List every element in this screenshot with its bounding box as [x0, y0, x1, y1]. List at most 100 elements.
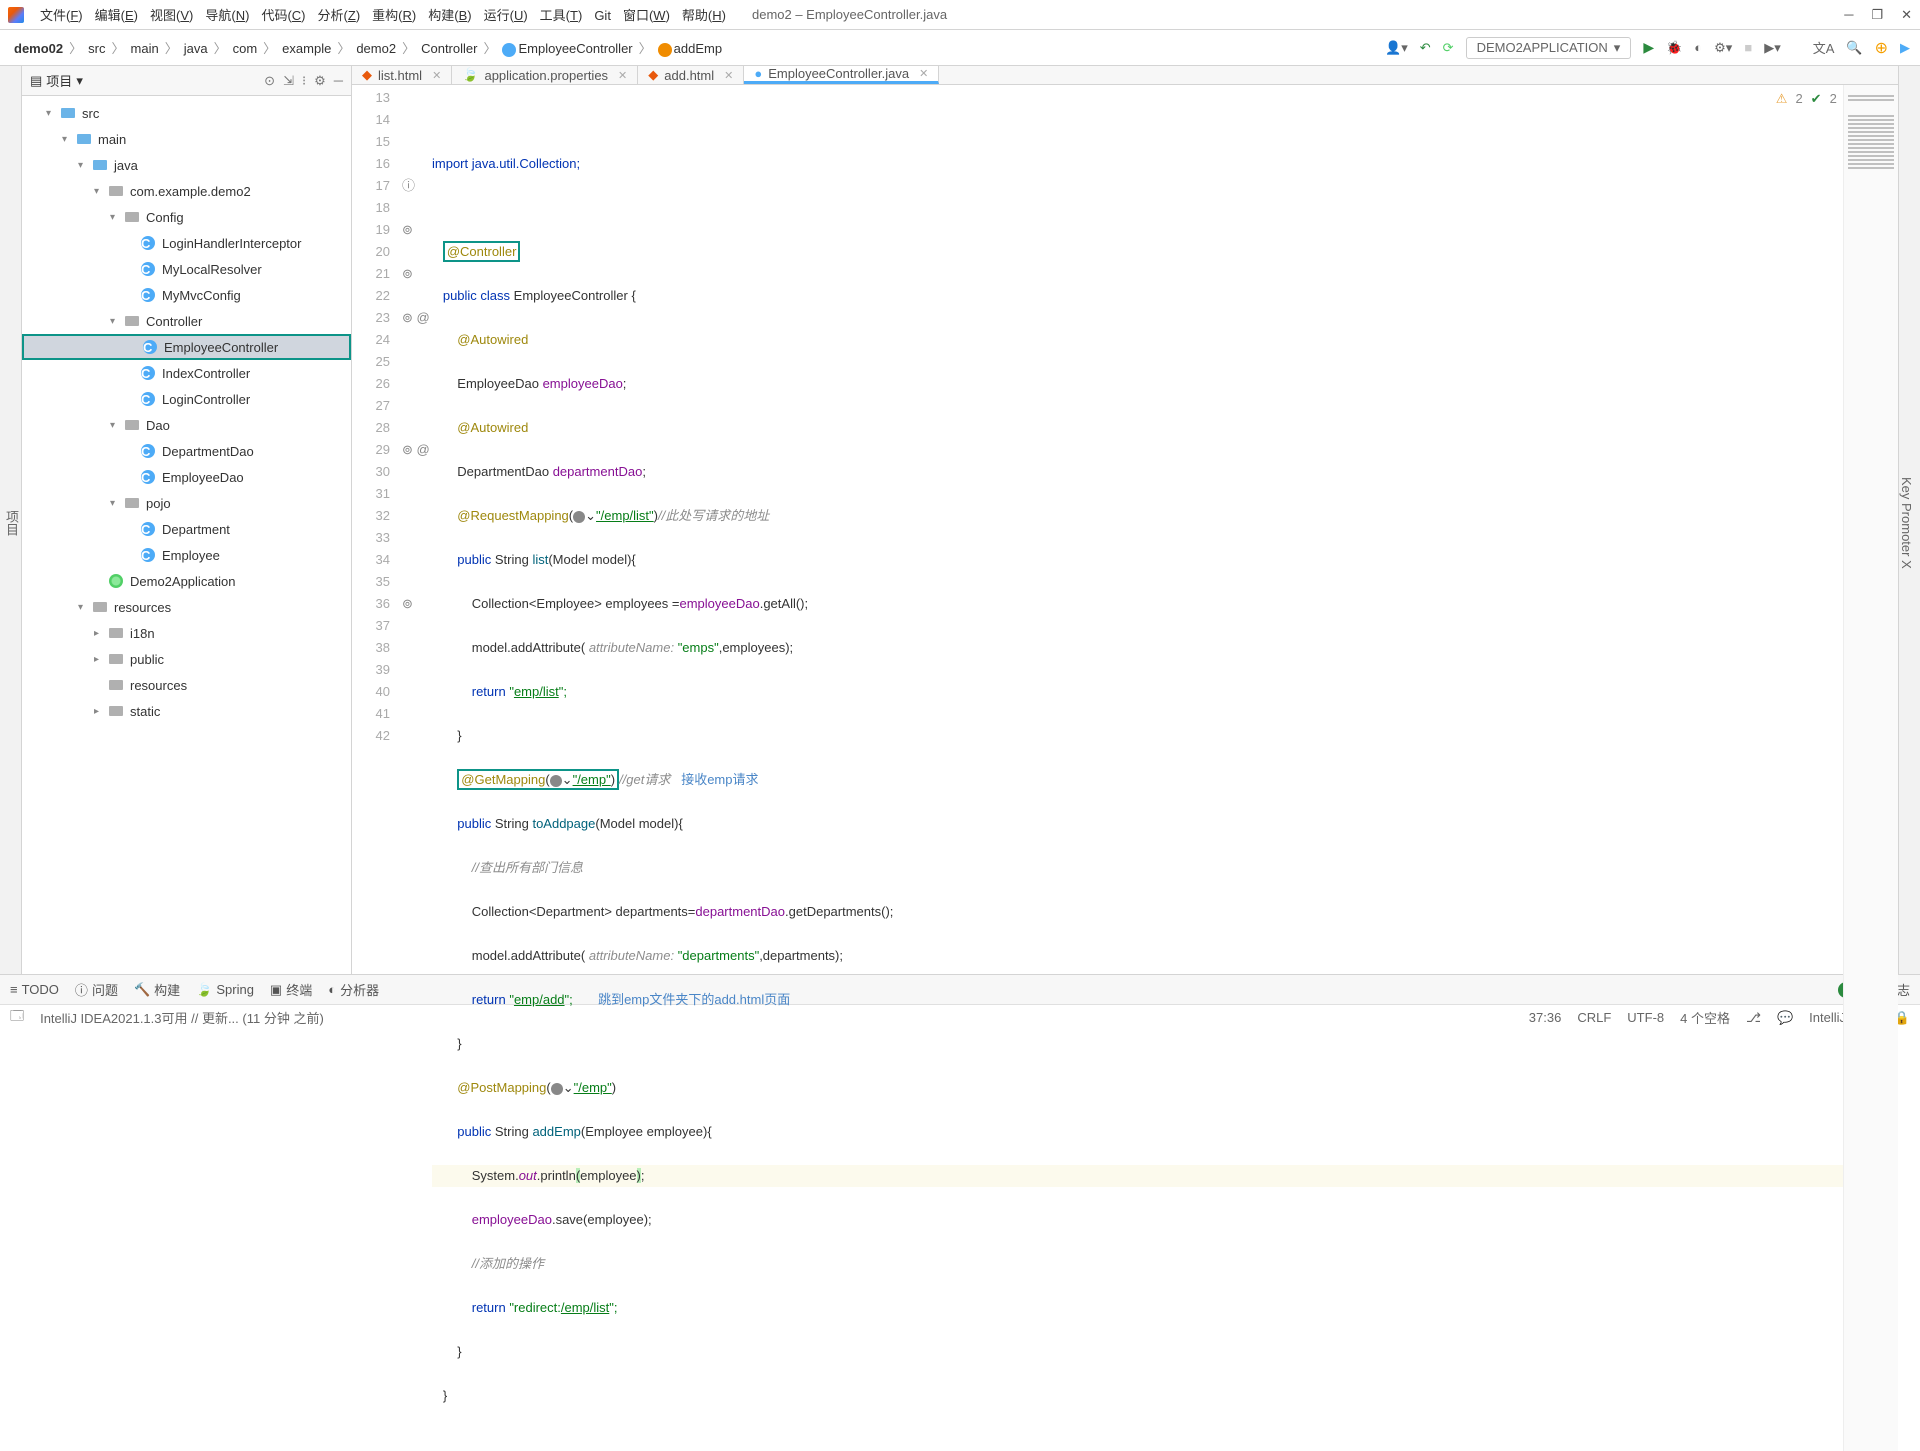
gutter-icon[interactable]	[402, 703, 432, 725]
gutter-icon[interactable]	[402, 285, 432, 307]
coverage-icon[interactable]: ◐	[1694, 40, 1702, 55]
menu-item[interactable]: 重构(R)	[366, 8, 422, 23]
breadcrumb-item[interactable]: main	[127, 41, 163, 56]
tree-node[interactable]: ▸public	[22, 646, 351, 672]
gutter-icon[interactable]	[402, 615, 432, 637]
hide-panel-icon[interactable]: ─	[334, 73, 343, 89]
close-icon[interactable]: ✕	[1901, 7, 1912, 23]
gutter-icon[interactable]	[402, 373, 432, 395]
tree-node[interactable]: CDepartment	[22, 516, 351, 542]
tree-node[interactable]: ▸static	[22, 698, 351, 724]
play-media-icon[interactable]: ▶	[1900, 40, 1910, 56]
editor-tab[interactable]: 🍃application.properties✕	[452, 66, 638, 84]
gutter-icon[interactable]: ⊚	[402, 593, 432, 615]
tree-node[interactable]: Demo2Application	[22, 568, 351, 594]
tree-node[interactable]: ▸i18n	[22, 620, 351, 646]
tree-node[interactable]: ▾java	[22, 152, 351, 178]
tree-arrow-icon[interactable]: ▾	[110, 498, 124, 509]
status-message[interactable]: IntelliJ IDEA2021.1.3可用 // 更新... (11 分钟 …	[40, 1008, 324, 1027]
editor-tab[interactable]: ●EmployeeController.java✕	[744, 66, 939, 84]
translate-icon[interactable]: 文A	[1813, 38, 1835, 57]
left-tool-strip[interactable]: 项目	[0, 66, 22, 974]
run-icon[interactable]: ▶	[1643, 39, 1654, 56]
tree-arrow-icon[interactable]: ▾	[110, 316, 124, 327]
run-configuration[interactable]: DEMO2APPLICATION ▾	[1466, 37, 1632, 59]
code-content[interactable]: import java.util.Collection; @Controller…	[432, 85, 1898, 1451]
menu-item[interactable]: Git	[588, 8, 617, 23]
tree-node[interactable]: CLoginHandlerInterceptor	[22, 230, 351, 256]
gutter-icon[interactable]	[402, 131, 432, 153]
breadcrumb-item[interactable]: EmployeeController	[498, 41, 636, 56]
undo-icon[interactable]: ↶	[1420, 40, 1431, 56]
gutter-icon[interactable]	[402, 571, 432, 593]
menu-item[interactable]: 文件(F)	[34, 8, 89, 23]
services-icon[interactable]: ⟳	[1443, 40, 1454, 56]
user-icon[interactable]: 👤▾	[1385, 40, 1408, 56]
strip-project[interactable]: 项目	[4, 510, 19, 536]
tree-arrow-icon[interactable]: ▸	[94, 628, 108, 639]
gutter-icon[interactable]	[402, 549, 432, 571]
breadcrumb-item[interactable]: demo2	[352, 41, 400, 56]
gutter-icon[interactable]: ⊚	[402, 263, 432, 285]
gutter-icon[interactable]	[402, 241, 432, 263]
gutter-icon[interactable]	[402, 197, 432, 219]
project-tree[interactable]: ▾src▾main▾java▾com.example.demo2▾ConfigC…	[22, 96, 351, 974]
spring-tab[interactable]: 🍃 Spring	[196, 982, 254, 998]
tree-node[interactable]: ▾pojo	[22, 490, 351, 516]
menu-item[interactable]: 编辑(E)	[89, 8, 144, 23]
tree-node[interactable]: ▾src	[22, 100, 351, 126]
editor-tab[interactable]: ◆list.html✕	[352, 66, 452, 84]
build-tab[interactable]: 🔨 构建	[134, 980, 180, 999]
breadcrumb-item[interactable]: src	[84, 41, 109, 56]
menu-item[interactable]: 导航(N)	[199, 8, 255, 23]
gutter-icon[interactable]	[402, 417, 432, 439]
gutter-icon[interactable]	[402, 505, 432, 527]
tree-arrow-icon[interactable]: ▾	[78, 160, 92, 171]
profile-icon[interactable]: ⚙▾	[1714, 40, 1732, 56]
expand-icon[interactable]: ⇲	[283, 73, 294, 89]
tree-node[interactable]: ▾com.example.demo2	[22, 178, 351, 204]
tree-node[interactable]: resources	[22, 672, 351, 698]
tree-arrow-icon[interactable]: ▾	[62, 134, 76, 145]
gutter-icons[interactable]: ⓘ⊚⊚⊚ @⊚ @⊚	[402, 85, 432, 1451]
gutter-icon[interactable]	[402, 725, 432, 747]
tree-node[interactable]: ▾resources	[22, 594, 351, 620]
chevron-down-icon[interactable]: ▾	[76, 73, 83, 89]
gutter-icon[interactable]	[402, 395, 432, 417]
gutter-icon[interactable]	[402, 659, 432, 681]
stop-icon[interactable]: ■	[1744, 40, 1752, 55]
menu-item[interactable]: 分析(Z)	[312, 8, 367, 23]
close-tab-icon[interactable]: ✕	[618, 69, 627, 82]
tree-node[interactable]: CMyLocalResolver	[22, 256, 351, 282]
close-tab-icon[interactable]: ✕	[432, 69, 441, 82]
strip-keypromoter[interactable]: Key Promoter X	[1899, 72, 1914, 974]
tree-arrow-icon[interactable]: ▸	[94, 654, 108, 665]
more-run-icon[interactable]: ▶▾	[1764, 40, 1781, 56]
tree-node[interactable]: ▾main	[22, 126, 351, 152]
problems-tab[interactable]: ⓘ 问题	[75, 980, 118, 999]
tree-arrow-icon[interactable]: ▾	[78, 602, 92, 613]
tree-node[interactable]: CEmployeeController	[22, 334, 351, 360]
gutter-icon[interactable]	[402, 483, 432, 505]
close-tab-icon[interactable]: ✕	[724, 69, 733, 82]
gutter-icon[interactable]	[402, 461, 432, 483]
tree-arrow-icon[interactable]: ▾	[94, 186, 108, 197]
menu-item[interactable]: 帮助(H)	[676, 8, 732, 23]
todo-tab[interactable]: ≡ TODO	[10, 982, 59, 997]
gutter-icon[interactable]	[402, 681, 432, 703]
debug-icon[interactable]: 🐞	[1666, 40, 1682, 56]
minimize-icon[interactable]: ─	[1844, 7, 1853, 23]
breadcrumb-item[interactable]: com	[229, 41, 262, 56]
editor-tab[interactable]: ◆add.html✕	[638, 66, 744, 84]
tree-node[interactable]: CDepartmentDao	[22, 438, 351, 464]
menu-item[interactable]: 工具(T)	[534, 8, 589, 23]
breadcrumb-item[interactable]: example	[278, 41, 335, 56]
breadcrumb-item[interactable]: addEmp	[654, 41, 726, 56]
menu-item[interactable]: 代码(C)	[255, 8, 311, 23]
tree-node[interactable]: ▾Dao	[22, 412, 351, 438]
gutter-icon[interactable]	[402, 153, 432, 175]
gutter-icon[interactable]	[402, 329, 432, 351]
right-tool-strip[interactable]: Key Promoter X 数据库 PlantUML Maven	[1898, 66, 1920, 974]
update-notice-icon[interactable]: 🗔	[10, 1007, 24, 1029]
gutter-icon[interactable]: ⊚	[402, 219, 432, 241]
